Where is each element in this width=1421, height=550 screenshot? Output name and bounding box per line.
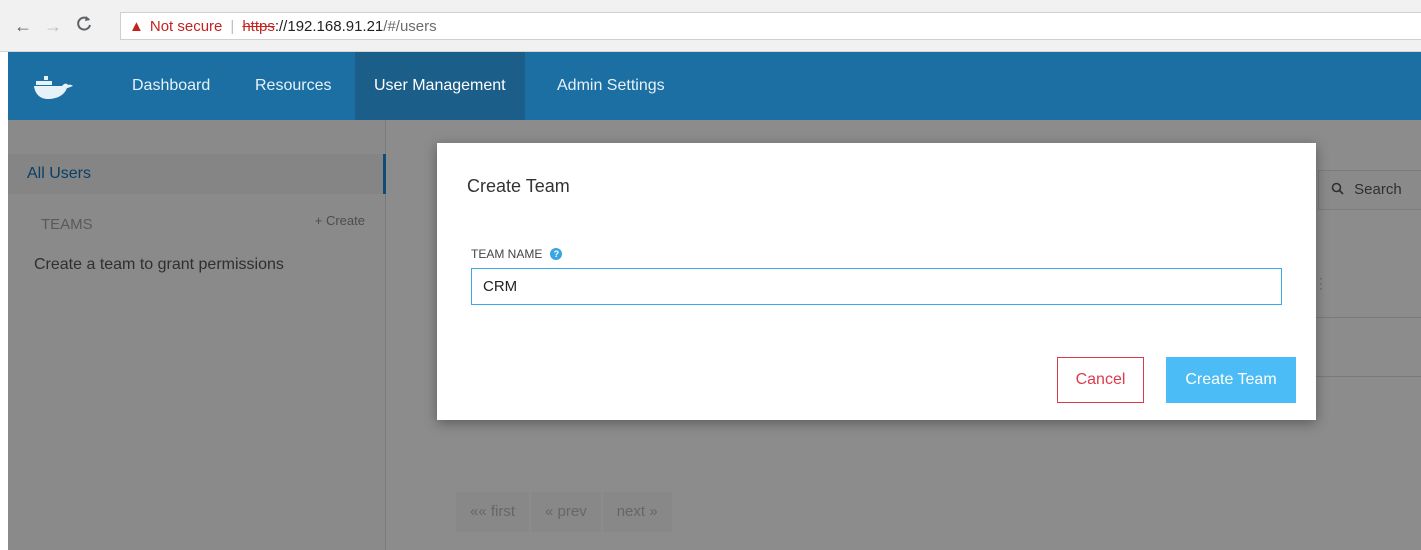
- search-input[interactable]: Search: [1318, 170, 1421, 210]
- sidebar-item-all-users[interactable]: All Users: [8, 154, 386, 194]
- nav-admin-settings[interactable]: Admin Settings: [538, 52, 684, 120]
- create-team-button[interactable]: Create Team: [1166, 357, 1296, 403]
- url-scheme: https: [242, 17, 275, 35]
- pagination: «« first « prev next »: [456, 492, 672, 532]
- reload-icon[interactable]: [75, 15, 93, 37]
- team-name-label: TEAM NAME ?: [471, 247, 563, 261]
- table-divider: [1308, 376, 1421, 377]
- create-team-dialog: Create Team TEAM NAME ? Cancel Create Te…: [437, 143, 1316, 420]
- warning-triangle-icon: ▲: [129, 17, 144, 35]
- back-arrow-icon[interactable]: ←: [14, 16, 32, 36]
- help-icon[interactable]: ?: [550, 248, 563, 260]
- forward-arrow-icon[interactable]: →: [44, 16, 62, 36]
- url-host: ://192.168.91.21: [274, 17, 384, 35]
- browser-toolbar: ← → ▲ Not secure | https ://192.168.91.2…: [0, 0, 1421, 52]
- column-separator: ⋮: [1314, 275, 1328, 291]
- pager-first[interactable]: «« first: [456, 492, 530, 532]
- team-name-input[interactable]: [471, 268, 1282, 305]
- docker-whale-icon[interactable]: [32, 72, 76, 102]
- cancel-button[interactable]: Cancel: [1057, 357, 1144, 403]
- nav-resources[interactable]: Resources: [236, 52, 350, 120]
- app-nav-bar: Dashboard Resources User Management Admi…: [8, 52, 1421, 120]
- dialog-title: Create Team: [467, 176, 570, 196]
- teams-empty-hint: Create a team to grant permissions: [34, 256, 284, 273]
- address-bar[interactable]: ▲ Not secure | https ://192.168.91.21 /#…: [120, 12, 1421, 40]
- search-placeholder: Search: [1354, 181, 1402, 198]
- team-name-label-text: TEAM NAME: [471, 247, 543, 261]
- security-warning: Not secure: [149, 17, 223, 35]
- nav-dashboard[interactable]: Dashboard: [113, 52, 229, 120]
- teams-heading: TEAMS: [41, 216, 93, 233]
- pager-next[interactable]: next »: [602, 492, 672, 532]
- search-icon: [1331, 181, 1348, 198]
- separator: |: [230, 17, 235, 35]
- create-team-link[interactable]: + Create: [315, 213, 365, 228]
- nav-user-management[interactable]: User Management: [355, 52, 525, 120]
- sidebar: All Users TEAMS + Create Create a team t…: [8, 120, 386, 550]
- table-divider: [1308, 317, 1421, 318]
- pager-prev[interactable]: « prev: [531, 492, 601, 532]
- url-path: /#/users: [383, 17, 437, 35]
